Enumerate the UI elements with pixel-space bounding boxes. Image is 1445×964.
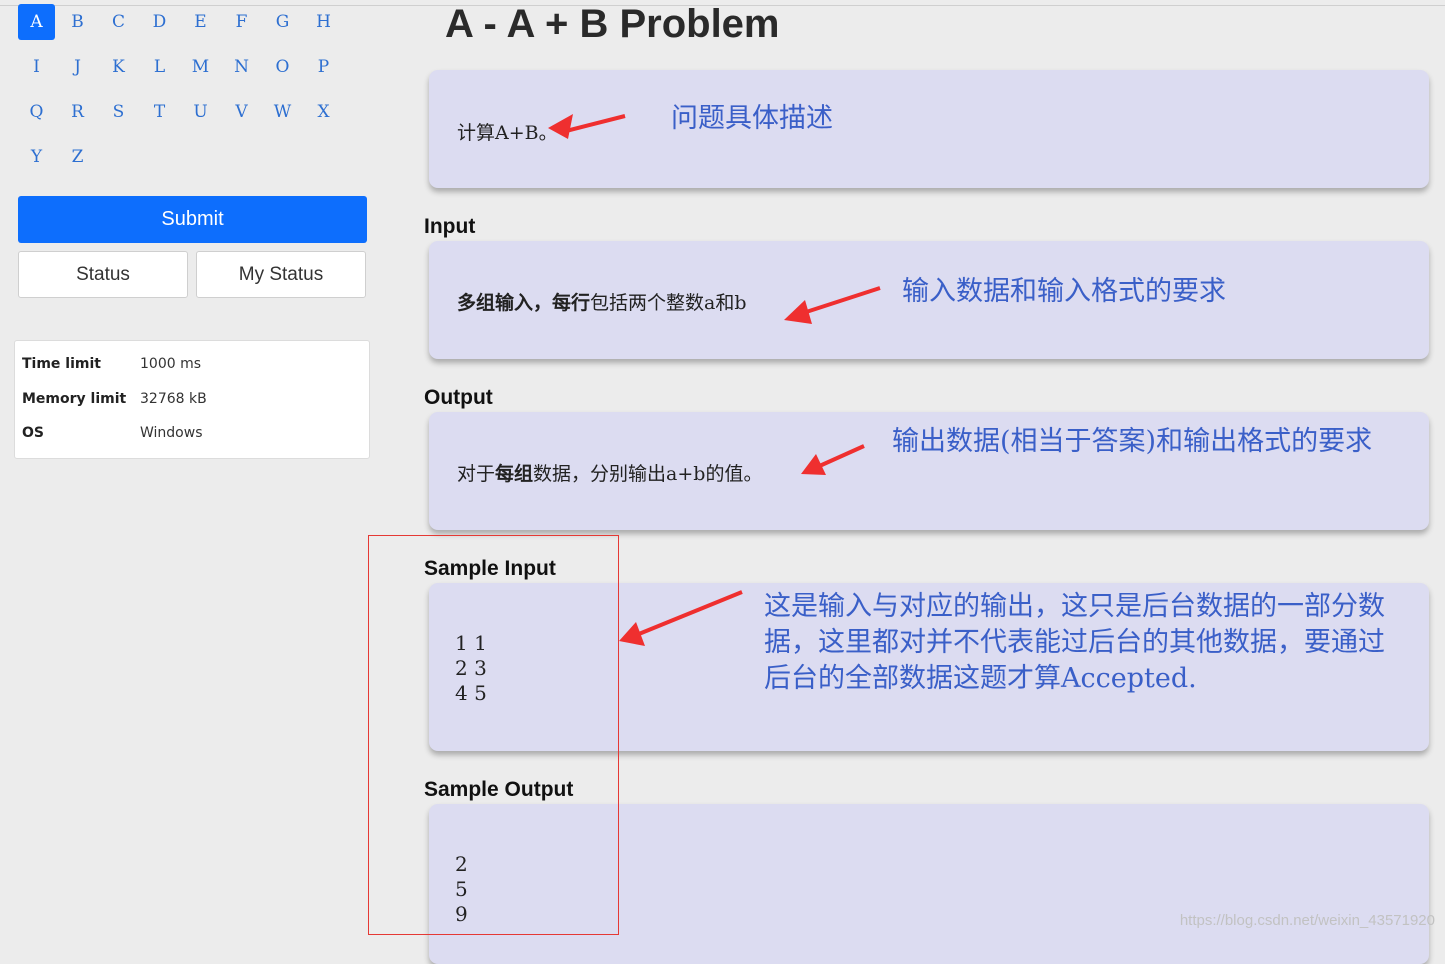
arrow-icon	[784, 286, 881, 324]
arrow-icon	[801, 444, 865, 475]
sample-highlight-box	[368, 535, 619, 935]
watermark: https://blog.csdn.net/weixin_43571920	[1179, 912, 1435, 929]
arrow-icon	[619, 590, 743, 646]
annotation-arrows	[548, 114, 881, 646]
arrow-icon	[548, 114, 626, 139]
